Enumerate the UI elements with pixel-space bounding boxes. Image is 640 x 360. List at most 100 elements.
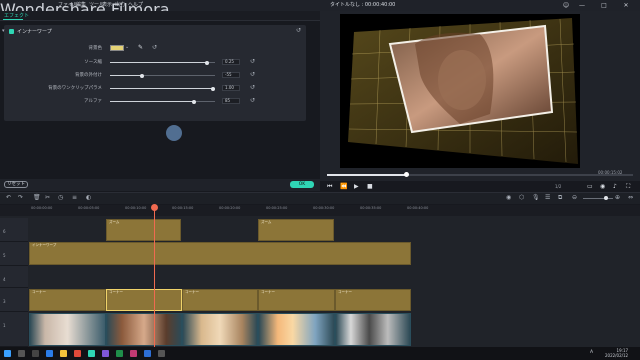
reset-icon-4[interactable]: ↺ [250, 97, 255, 104]
zoom-slider[interactable] [583, 198, 613, 199]
bgcolor-swatch[interactable] [110, 45, 124, 51]
effect-clip[interactable]: コーナー [335, 289, 411, 311]
delete-icon[interactable]: 🗑 [33, 194, 41, 201]
video-clip[interactable] [335, 313, 411, 346]
maximize-icon[interactable]: □ [598, 0, 610, 11]
slider-track-1[interactable] [110, 62, 215, 63]
snapshot-icon[interactable]: ▭ [587, 183, 593, 190]
chevron-down-icon[interactable]: ⌄ [125, 44, 129, 50]
video-clip[interactable] [106, 313, 182, 346]
value-input-3[interactable]: 1.00 [222, 85, 240, 91]
render-icon[interactable]: ◉ [506, 194, 511, 201]
slider-knob-1[interactable] [204, 60, 209, 65]
value-input-4[interactable]: 85 [222, 98, 240, 104]
reset-icon-3[interactable]: ↺ [250, 84, 255, 91]
menu-help[interactable]: ヘルプ [128, 1, 143, 8]
taskview-icon[interactable] [32, 350, 39, 357]
edge-icon[interactable] [46, 350, 53, 357]
ime-indicator[interactable]: A [590, 350, 593, 355]
snap-icon[interactable]: ⧉ [558, 194, 562, 202]
track-header[interactable]: 4 [0, 266, 28, 288]
effect-clip[interactable]: コーナー [258, 289, 335, 311]
video-clip[interactable] [258, 313, 335, 346]
account-icon[interactable]: ☺ [560, 0, 572, 11]
effect-enable-checkbox[interactable] [9, 29, 14, 34]
fullscreen-icon[interactable]: ⛶ [626, 183, 630, 191]
effect-clip[interactable]: コーナー [182, 289, 258, 311]
effect-clip[interactable]: ズーム [106, 219, 181, 241]
collapse-caret-icon[interactable]: ▾ [2, 28, 5, 34]
ok-button[interactable]: OK [290, 181, 314, 188]
app-icon[interactable] [74, 350, 81, 357]
value-input-1[interactable]: 0.25 [222, 59, 240, 65]
section-reset-icon[interactable]: ↺ [296, 27, 301, 34]
slider-knob-3[interactable] [210, 86, 215, 91]
app-icon[interactable] [130, 350, 137, 357]
speed-icon[interactable]: ◷ [58, 194, 63, 201]
app-icon[interactable] [102, 350, 109, 357]
shield-icon[interactable]: ⬡ [519, 194, 524, 201]
step-back-icon[interactable]: ⏪ [340, 183, 347, 190]
bgcolor-reset-icon[interactable]: ↺ [152, 44, 157, 51]
slider-track-4[interactable] [110, 101, 215, 102]
minimize-icon[interactable]: — [576, 0, 588, 11]
clock[interactable]: 19:17 2022/02/12 [605, 348, 628, 358]
close-icon[interactable]: ✕ [620, 0, 632, 11]
effect-clip[interactable]: ズーム [258, 219, 334, 241]
slider-track-3[interactable] [110, 88, 215, 89]
camera-icon[interactable]: ◉ [600, 183, 605, 190]
app-icon[interactable] [116, 350, 123, 357]
effect-clip[interactable]: コーナー [29, 289, 106, 311]
reset-icon-2[interactable]: ↺ [250, 71, 255, 78]
effect-clip[interactable]: インナーワープ [29, 242, 411, 265]
slider-knob-2[interactable] [139, 73, 144, 78]
reset-button[interactable]: リセット [4, 181, 28, 188]
ruler-tick: 00:00:10:00 [125, 206, 147, 210]
zoom-select[interactable]: 1/2 [555, 184, 561, 189]
eyedropper-icon[interactable]: ✎ [138, 44, 143, 51]
filmora-taskbar-icon[interactable] [88, 350, 95, 357]
video-clip[interactable] [182, 313, 258, 346]
start-icon[interactable] [4, 350, 11, 357]
app-icon[interactable] [158, 350, 165, 357]
mask-icon[interactable]: ◐ [86, 194, 91, 201]
stop-icon[interactable]: ■ [367, 183, 373, 190]
zoom-in-icon[interactable]: ⊕ [615, 194, 620, 201]
undo-icon[interactable]: ↶ [6, 194, 11, 201]
menu-view[interactable]: 表示 [102, 1, 112, 8]
ruler-tick: 00:00:05:00 [78, 206, 100, 210]
track-header[interactable]: 3 [0, 288, 28, 312]
volume-icon[interactable]: ♪ [613, 183, 617, 190]
playhead-line[interactable] [154, 205, 155, 347]
track-header[interactable]: 1 [0, 312, 28, 347]
mic-icon[interactable]: 🎙 [532, 194, 540, 201]
menu-export[interactable]: 出力 [115, 1, 125, 8]
track-header[interactable]: 5 [0, 242, 28, 266]
playhead-handle[interactable] [151, 204, 158, 211]
folder-icon[interactable] [60, 350, 67, 357]
play-icon[interactable]: ▶ [354, 183, 359, 190]
zoom-out-icon[interactable]: ⊖ [572, 194, 577, 201]
menu-icon[interactable]: ☰ [545, 194, 550, 201]
cut-icon[interactable]: ✂ [45, 194, 50, 201]
tab-effect[interactable]: エフェクト [4, 12, 29, 19]
prev-frame-icon[interactable]: ⏮ [327, 183, 332, 191]
redo-icon[interactable]: ↷ [18, 194, 23, 201]
adjust-icon[interactable]: ≡ [72, 194, 77, 201]
track-header[interactable]: 6 [0, 218, 28, 242]
zoom-slider-knob[interactable] [604, 196, 608, 200]
reset-icon-1[interactable]: ↺ [250, 58, 255, 65]
effect-clip-selected[interactable]: コーナー [106, 289, 182, 311]
video-clip[interactable] [29, 313, 106, 346]
slider-knob-4[interactable] [192, 99, 196, 104]
app-icon[interactable] [144, 350, 151, 357]
menu-edit[interactable]: 編集 [76, 1, 86, 8]
menu-file[interactable]: ファイル [58, 1, 78, 8]
os-taskbar [0, 347, 640, 360]
slider-track-2[interactable] [110, 75, 215, 76]
search-icon[interactable] [18, 350, 25, 357]
value-input-2[interactable]: -55 [222, 72, 240, 78]
param-label-3: 背景のワンクリップパラメ [48, 86, 102, 91]
fit-icon[interactable]: ⇔ [628, 194, 633, 201]
preview-scrubber-fill [327, 174, 407, 176]
